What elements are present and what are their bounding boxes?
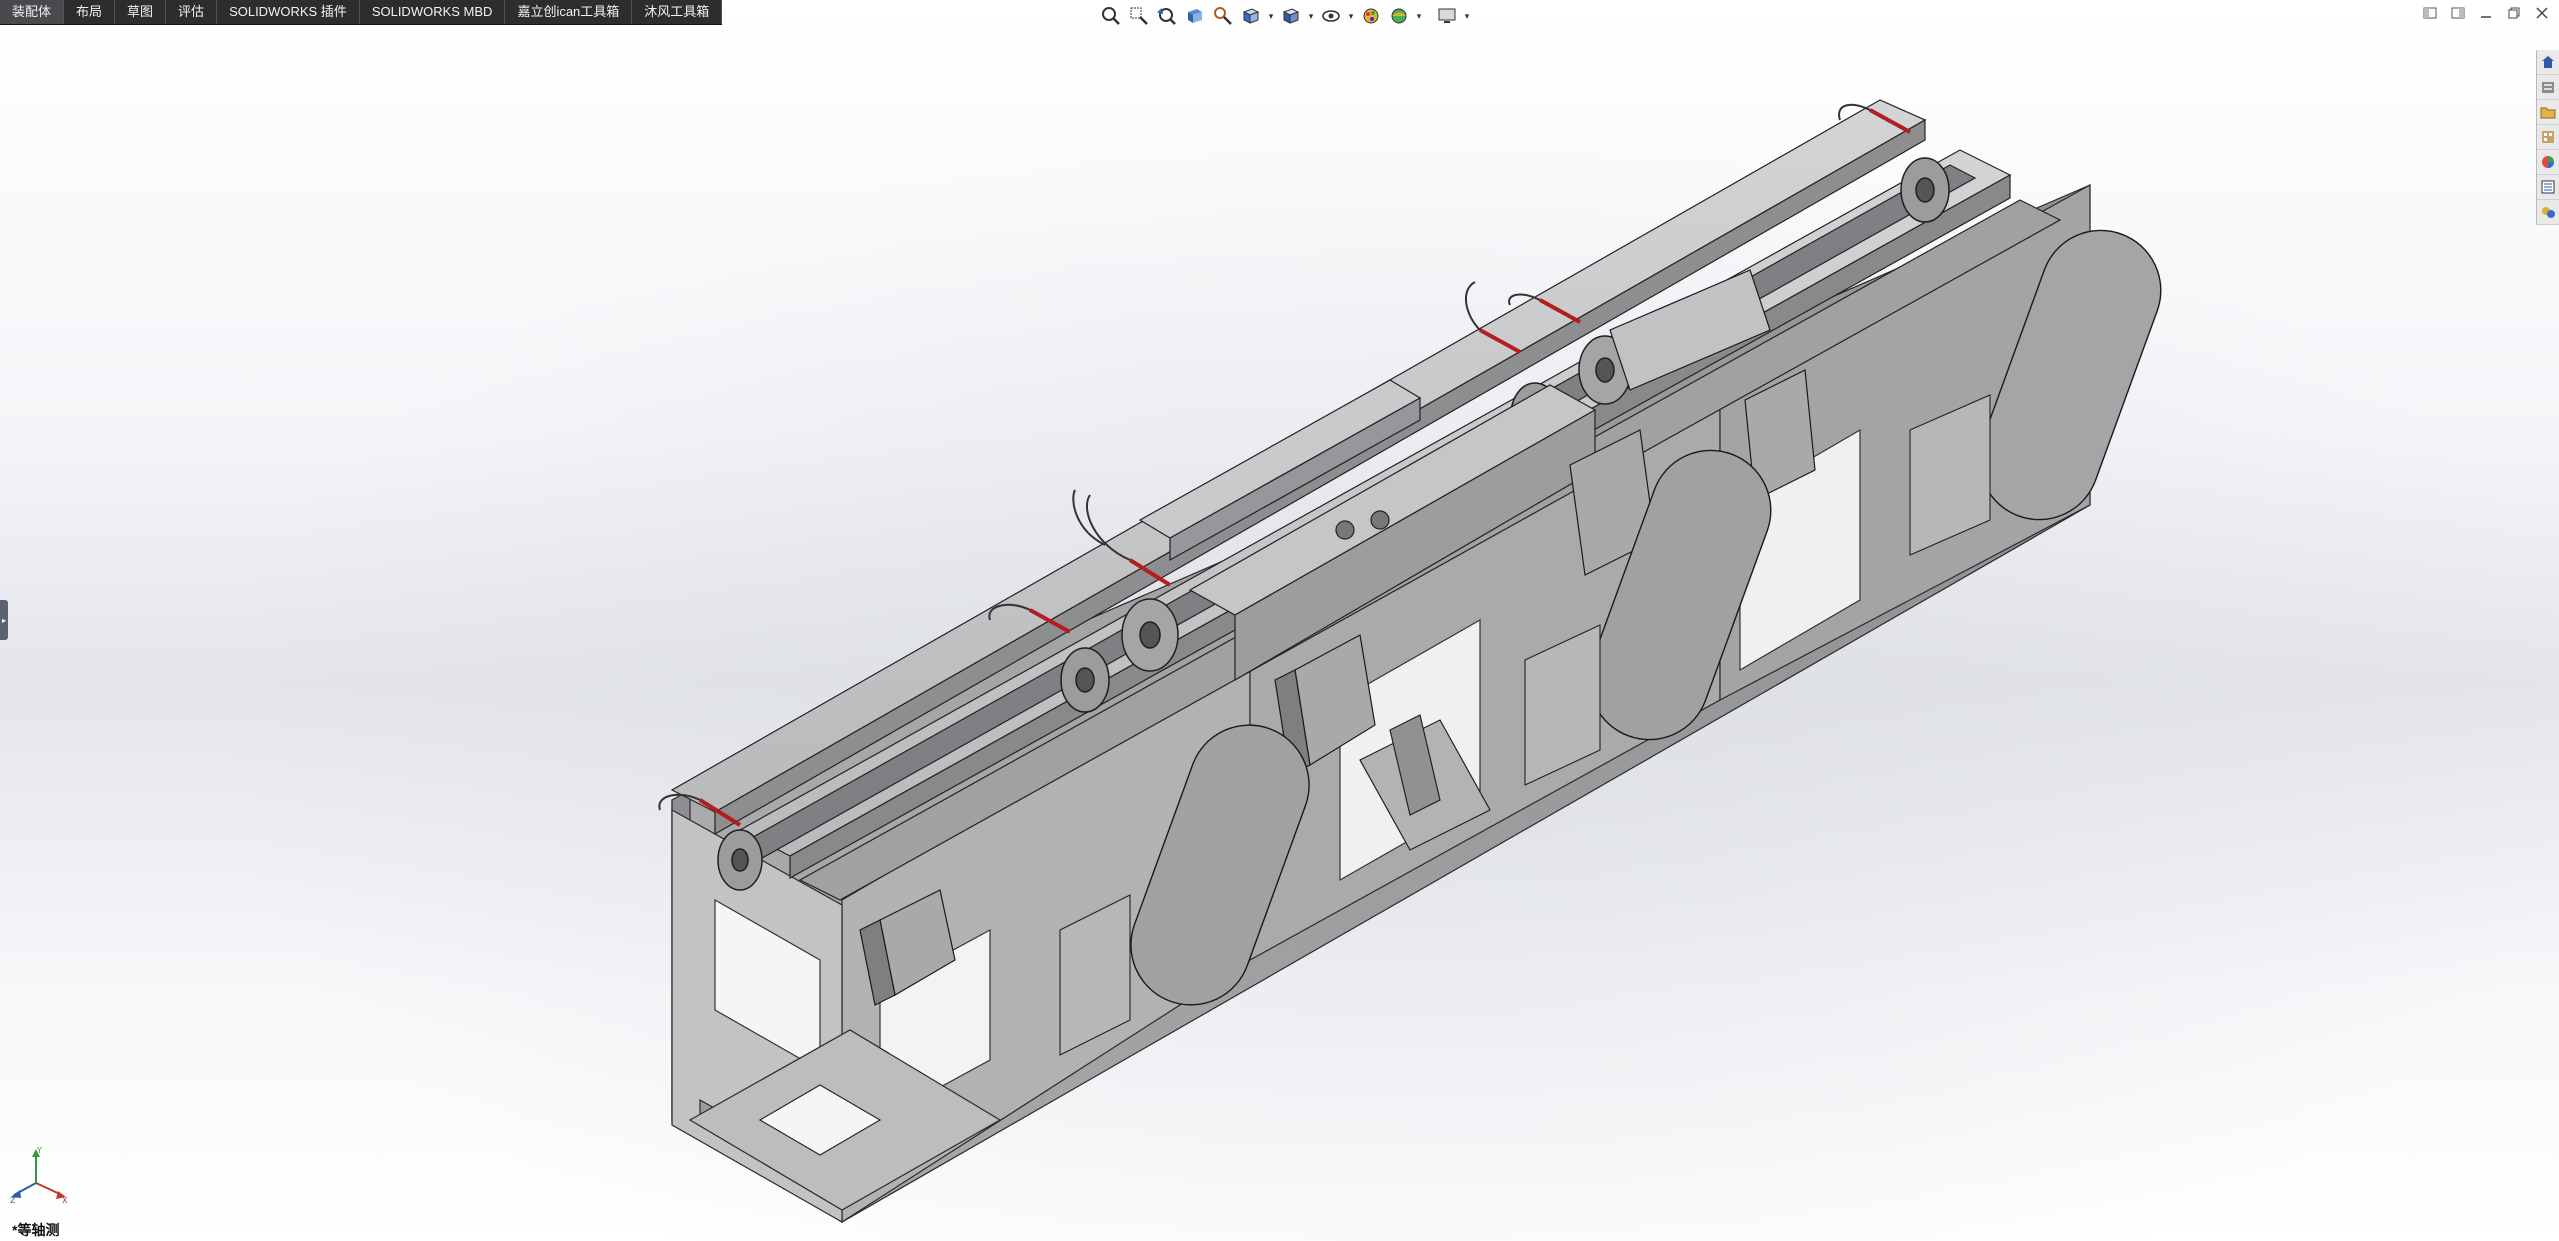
- svg-text:Z: Z: [10, 1196, 16, 1205]
- view-orientation-label: *等轴测: [12, 1222, 60, 1238]
- dynamic-annotation-icon[interactable]: [1210, 3, 1236, 29]
- command-manager-tabs: 装配体 布局 草图 评估 SOLIDWORKS 插件 SOLIDWORKS MB…: [0, 0, 723, 25]
- hide-show-dropdown-icon[interactable]: ▾: [1346, 3, 1356, 29]
- svg-text:X: X: [62, 1196, 68, 1205]
- display-style-icon[interactable]: [1278, 3, 1304, 29]
- solidworks-forum-icon[interactable]: [2537, 200, 2559, 225]
- custom-properties-icon[interactable]: [2537, 175, 2559, 200]
- view-settings-dropdown-icon[interactable]: ▾: [1462, 3, 1472, 29]
- tab-solidworks-mbd[interactable]: SOLIDWORKS MBD: [360, 0, 506, 24]
- restore-icon[interactable]: [2505, 4, 2523, 22]
- tile-left-icon[interactable]: [2421, 4, 2439, 22]
- view-palette-icon[interactable]: [2537, 125, 2559, 150]
- zoom-to-area-icon[interactable]: [1126, 3, 1152, 29]
- tab-evaluate[interactable]: 评估: [166, 0, 218, 24]
- reference-triad: Y X Z: [10, 1146, 68, 1205]
- tab-solidworks-addins[interactable]: SOLIDWORKS 插件: [217, 0, 360, 24]
- previous-view-icon[interactable]: [1154, 3, 1180, 29]
- tile-right-icon[interactable]: [2449, 4, 2467, 22]
- hide-show-items-icon[interactable]: [1318, 3, 1344, 29]
- tab-mufeng-toolbox[interactable]: 沐风工具箱: [632, 0, 723, 24]
- appearances-icon[interactable]: [2537, 150, 2559, 175]
- assembly-model-viewport[interactable]: [0, 0, 2559, 1241]
- view-settings-icon[interactable]: [1434, 3, 1460, 29]
- tab-assembly[interactable]: 装配体: [0, 0, 65, 24]
- task-pane: [2536, 50, 2559, 225]
- tab-jlc-ican-toolbox[interactable]: 嘉立创ican工具箱: [505, 0, 633, 24]
- feature-manager-expand-handle[interactable]: ▸: [0, 600, 8, 640]
- section-view-icon[interactable]: [1182, 3, 1208, 29]
- window-controls: [2421, 4, 2551, 22]
- display-style-dropdown-icon[interactable]: ▾: [1306, 3, 1316, 29]
- design-library-icon[interactable]: [2537, 75, 2559, 100]
- heads-up-view-toolbar: ▾ ▾ ▾ ▾ ▾: [1098, 2, 1472, 30]
- file-explorer-icon[interactable]: [2537, 100, 2559, 125]
- view-orientation-dropdown-icon[interactable]: ▾: [1266, 3, 1276, 29]
- apply-scene-dropdown-icon[interactable]: ▾: [1414, 3, 1424, 29]
- close-icon[interactable]: [2533, 4, 2551, 22]
- minimize-icon[interactable]: [2477, 4, 2495, 22]
- tab-layout[interactable]: 布局: [64, 0, 116, 24]
- zoom-to-fit-icon[interactable]: [1098, 3, 1124, 29]
- solidworks-resources-icon[interactable]: [2537, 50, 2559, 75]
- view-orientation-icon[interactable]: [1238, 3, 1264, 29]
- tab-sketch[interactable]: 草图: [115, 0, 167, 24]
- edit-appearance-icon[interactable]: [1358, 3, 1384, 29]
- svg-text:Y: Y: [36, 1146, 42, 1155]
- apply-scene-icon[interactable]: [1386, 3, 1412, 29]
